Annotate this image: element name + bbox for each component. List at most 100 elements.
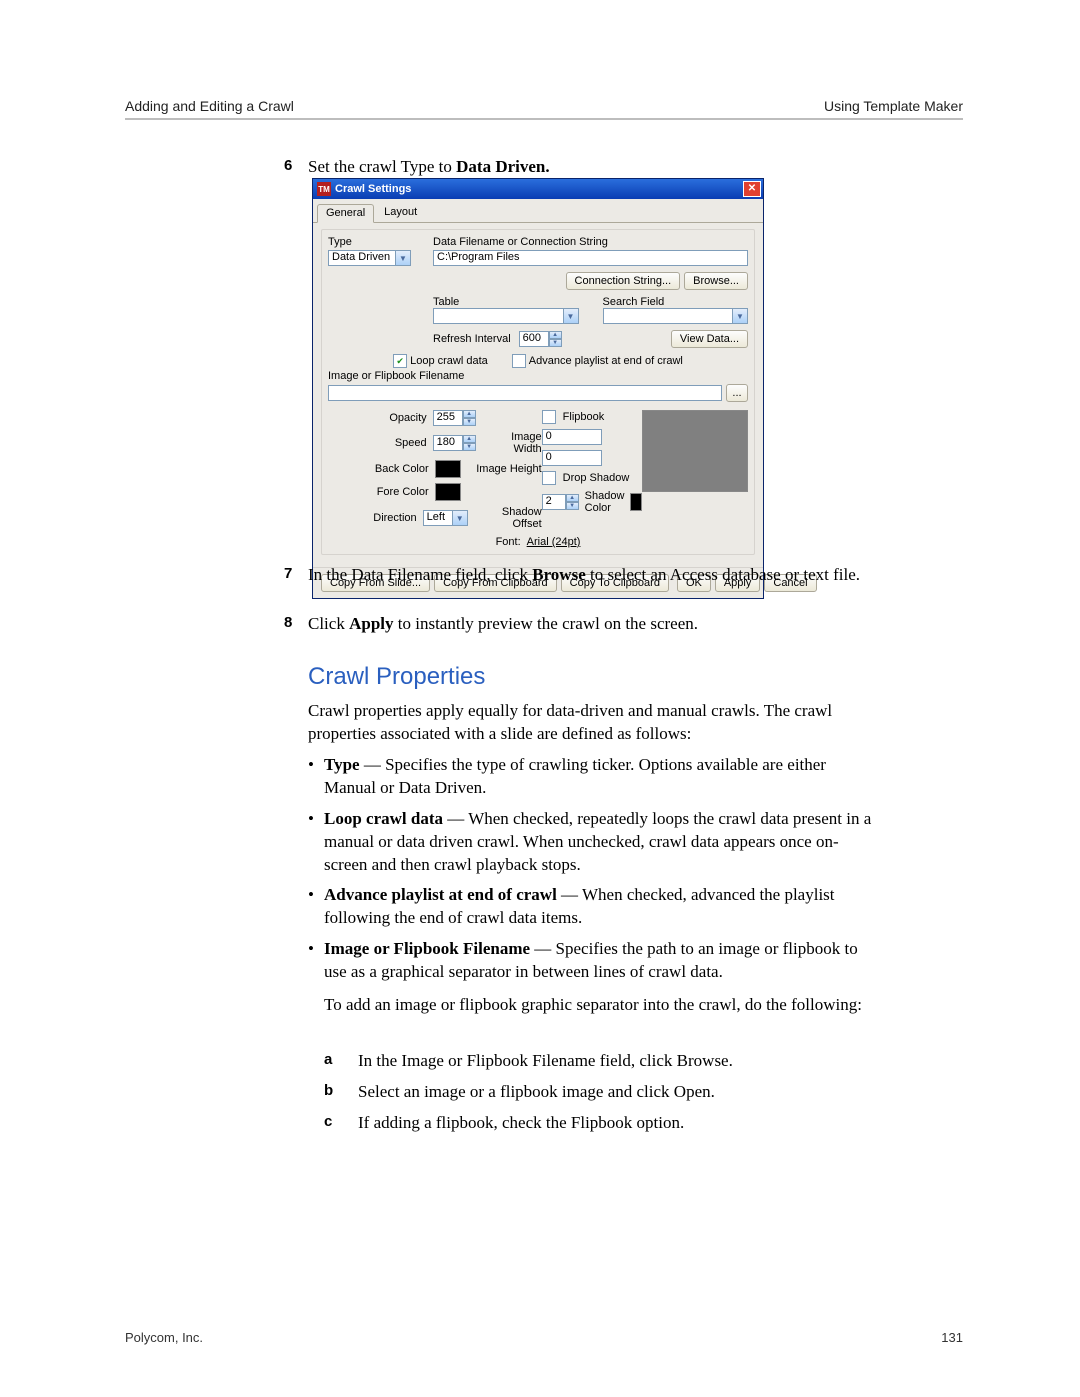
- type-value: Data Driven: [328, 250, 396, 266]
- header-right: Using Template Maker: [824, 98, 963, 114]
- drop-shadow-label: Drop Shadow: [563, 472, 630, 484]
- backcolor-label: Back Color: [375, 463, 429, 475]
- bullet-type-text: — Specifies the type of crawling ticker.…: [324, 755, 826, 797]
- step-8-num: 8: [284, 613, 292, 633]
- step-8: 8 Click Apply to instantly preview the c…: [308, 613, 873, 636]
- bullet-type: Type — Specifies the type of crawling ti…: [324, 754, 873, 800]
- step-6-text-a: Set the crawl Type to: [308, 157, 456, 176]
- page: Adding and Editing a Crawl Using Templat…: [0, 0, 1080, 1397]
- bullet-advance: Advance playlist at end of crawl — When …: [324, 884, 873, 930]
- speed-spinner[interactable]: 180▲▼: [433, 435, 476, 451]
- drop-shadow-checkbox[interactable]: [542, 471, 556, 485]
- image-width-input[interactable]: 0: [542, 429, 602, 445]
- spinner-up-icon[interactable]: ▲: [549, 331, 562, 339]
- step-6-num: 6: [284, 156, 292, 176]
- step-6-text-b: Data Driven.: [456, 157, 549, 176]
- dialog-titlebar[interactable]: TM Crawl Settings ✕: [313, 179, 763, 199]
- step-7: 7 In the Data Filename field, click Brow…: [308, 564, 873, 587]
- search-field-select[interactable]: ▼: [603, 308, 749, 324]
- opacity-spinner[interactable]: 255▲▼: [433, 410, 476, 426]
- loop-label: Loop crawl data: [410, 355, 488, 367]
- step-8-bold: Apply: [349, 614, 393, 633]
- bullet-advance-bold: Advance playlist at end of crawl: [324, 885, 557, 904]
- tab-general[interactable]: General: [317, 204, 374, 223]
- step-8-b: to instantly preview the crawl on the sc…: [394, 614, 698, 633]
- image-height-input[interactable]: 0: [542, 450, 602, 466]
- data-filename-label: Data Filename or Connection String: [433, 236, 748, 248]
- step-7-a: In the Data Filename field, click: [308, 565, 532, 584]
- forecolor-label: Fore Color: [377, 486, 429, 498]
- substep-c-text: If adding a flipbook, check the Flipbook…: [358, 1113, 684, 1132]
- data-filename-input[interactable]: C:\Program Files: [433, 250, 748, 266]
- substep-c-num: c: [324, 1112, 332, 1132]
- flipbook-checkbox[interactable]: [542, 410, 556, 424]
- advance-label: Advance playlist at end of crawl: [529, 355, 683, 367]
- connection-string-button[interactable]: Connection String...: [566, 272, 681, 290]
- step-7-b: to select an Access database or text fil…: [586, 565, 860, 584]
- view-data-button[interactable]: View Data...: [671, 330, 748, 348]
- opacity-label: Opacity: [389, 412, 426, 424]
- substep-b-num: b: [324, 1081, 333, 1101]
- refresh-spinner[interactable]: 600 ▲▼: [519, 331, 562, 347]
- step-7-bold: Browse: [532, 565, 586, 584]
- font-link[interactable]: Arial (24pt): [527, 536, 581, 548]
- bullet-image-sub: To add an image or flipbook graphic sepa…: [324, 994, 873, 1017]
- refresh-value[interactable]: 600: [519, 331, 549, 347]
- footer-right: 131: [941, 1330, 963, 1345]
- direction-label: Direction: [373, 512, 416, 524]
- speed-label: Speed: [395, 437, 427, 449]
- type-select[interactable]: Data Driven ▼: [328, 250, 413, 266]
- dialog-tabs: General Layout: [313, 199, 763, 223]
- substep-b-text: Select an image or a flipbook image and …: [358, 1082, 715, 1101]
- image-flipbook-label: Image or Flipbook Filename: [328, 370, 748, 382]
- direction-select[interactable]: Left▼: [423, 510, 468, 526]
- image-width-label: Image Width: [482, 431, 542, 455]
- spinner-down-icon[interactable]: ▼: [549, 339, 562, 347]
- dialog-title: Crawl Settings: [335, 183, 743, 195]
- substep-b: b Select an image or a flipbook image an…: [358, 1081, 873, 1104]
- shadow-offset-spinner[interactable]: 2▲▼: [542, 494, 579, 510]
- shadow-color-label: Shadow Color: [585, 490, 625, 514]
- table-select[interactable]: ▼: [433, 308, 579, 324]
- tab-layout[interactable]: Layout: [376, 204, 425, 223]
- substep-c: c If adding a flipbook, check the Flipbo…: [358, 1112, 873, 1135]
- step-8-a: Click: [308, 614, 349, 633]
- refresh-label: Refresh Interval: [433, 333, 511, 345]
- type-label: Type: [328, 236, 413, 248]
- image-browse-button[interactable]: ...: [726, 384, 748, 402]
- forecolor-swatch[interactable]: [435, 483, 461, 501]
- substep-a-text: In the Image or Flipbook Filename field,…: [358, 1051, 733, 1070]
- section-intro: Crawl properties apply equally for data-…: [308, 700, 873, 746]
- bullet-image: Image or Flipbook Filename — Specifies t…: [324, 938, 873, 984]
- loop-crawl-checkbox[interactable]: ✔Loop crawl data: [393, 354, 488, 368]
- shadow-color-swatch[interactable]: [630, 493, 641, 511]
- step-7-num: 7: [284, 564, 292, 584]
- image-flipbook-input[interactable]: [328, 385, 722, 401]
- page-header: Adding and Editing a Crawl Using Templat…: [125, 98, 963, 114]
- step-6: 6 Set the crawl Type to Data Driven.: [308, 156, 873, 179]
- table-label: Table: [433, 296, 579, 308]
- bullet-image-bold: Image or Flipbook Filename: [324, 939, 530, 958]
- bullet-loop-bold: Loop crawl data: [324, 809, 443, 828]
- browse-button[interactable]: Browse...: [684, 272, 748, 290]
- close-icon[interactable]: ✕: [743, 181, 761, 197]
- chevron-down-icon: ▼: [733, 308, 748, 324]
- flipbook-label: Flipbook: [563, 411, 605, 423]
- checkbox-icon: [512, 354, 526, 368]
- image-height-label: Image Height: [467, 463, 542, 475]
- dialog-body: Type Data Driven ▼ Data Filename or Conn…: [313, 223, 763, 567]
- section-title: Crawl Properties: [308, 663, 485, 691]
- bullet-type-bold: Type: [324, 755, 360, 774]
- shadow-offset-label: Shadow Offset: [474, 506, 542, 530]
- substep-a: a In the Image or Flipbook Filename fiel…: [358, 1050, 873, 1073]
- advance-playlist-checkbox[interactable]: Advance playlist at end of crawl: [512, 354, 683, 368]
- font-label: Font:: [496, 536, 521, 548]
- header-left: Adding and Editing a Crawl: [125, 98, 294, 114]
- fieldset-main: Type Data Driven ▼ Data Filename or Conn…: [321, 229, 755, 555]
- search-field-label: Search Field: [603, 296, 749, 308]
- bullet-loop: Loop crawl data — When checked, repeated…: [324, 808, 873, 877]
- checkbox-checked-icon: ✔: [393, 354, 407, 368]
- backcolor-swatch[interactable]: [435, 460, 461, 478]
- chevron-down-icon: ▼: [564, 308, 579, 324]
- chevron-down-icon: ▼: [396, 250, 411, 266]
